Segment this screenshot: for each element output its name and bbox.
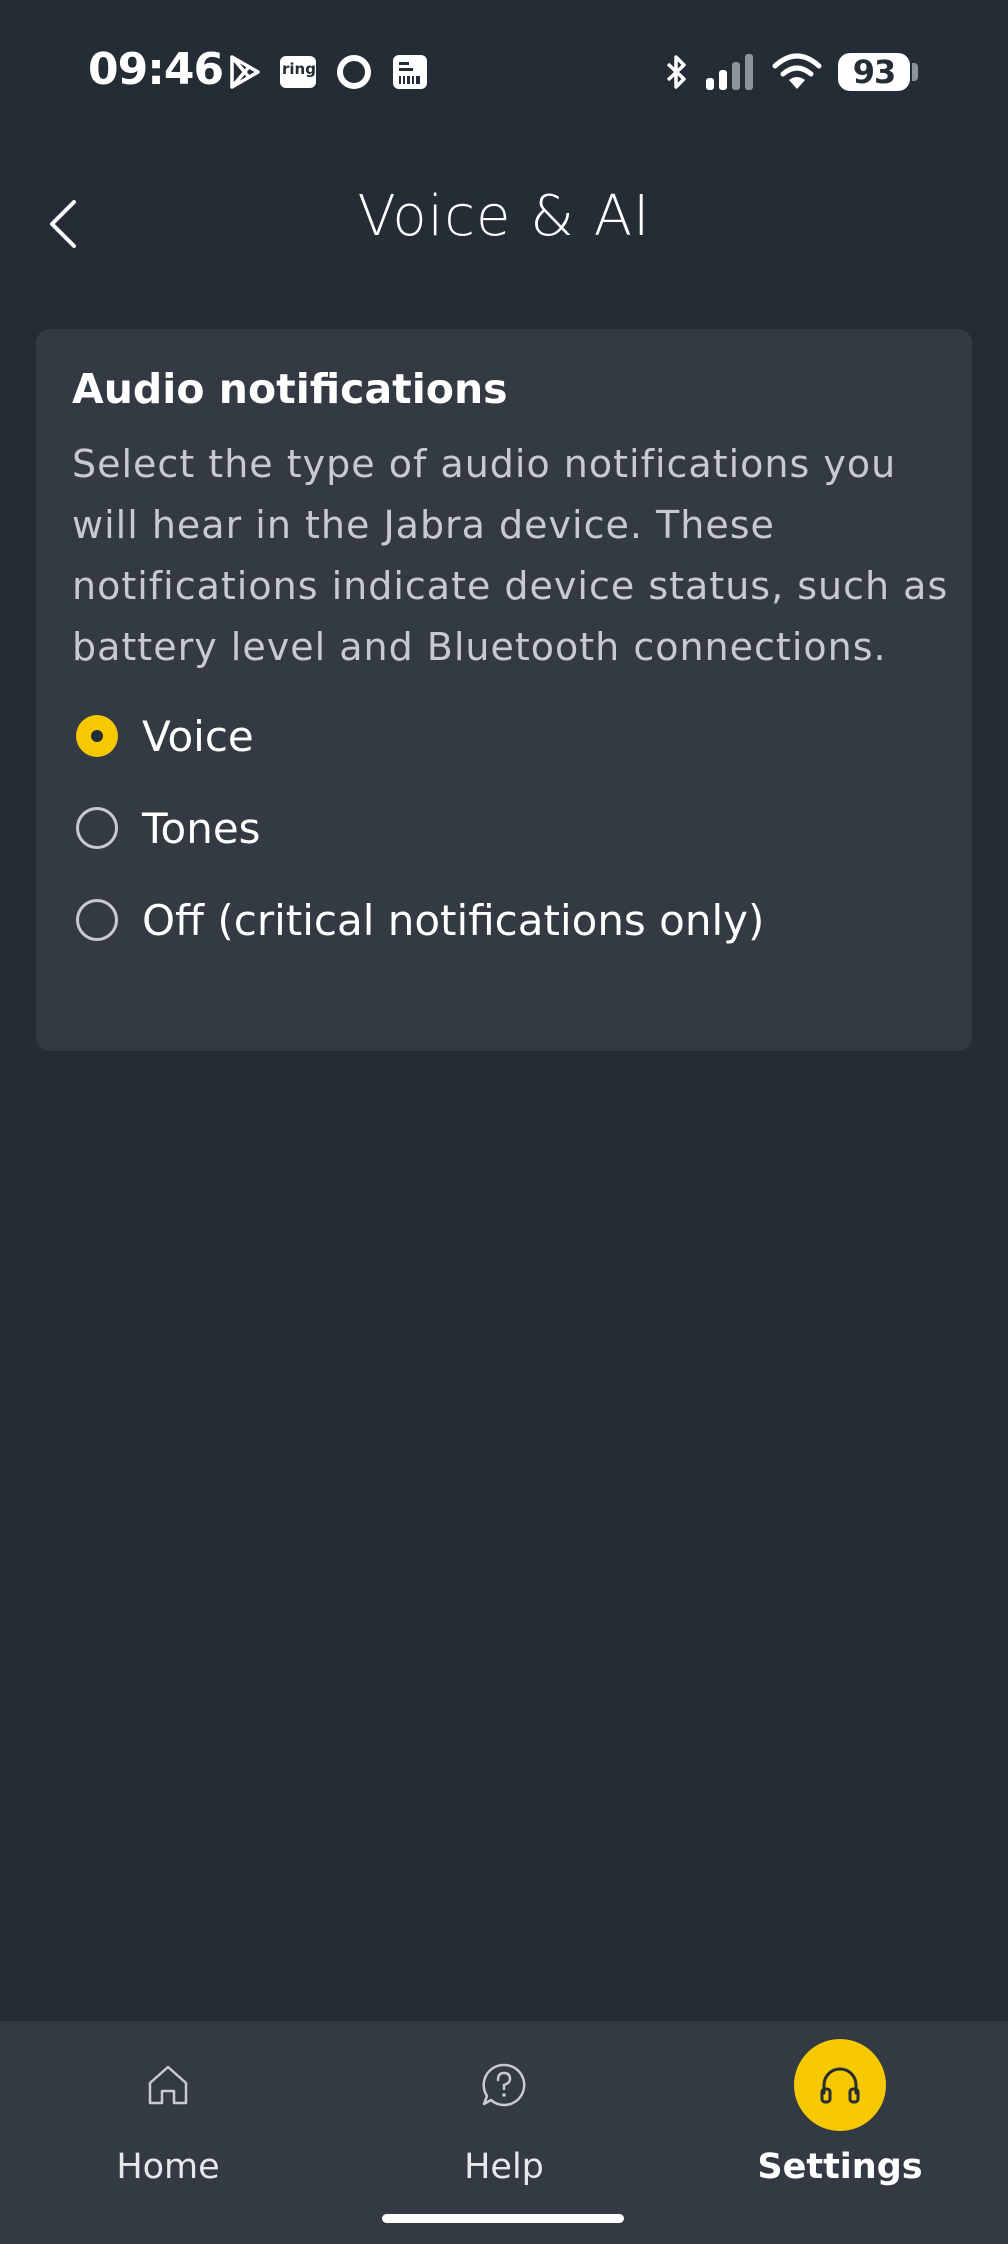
receipt-icon (390, 52, 430, 92)
ring-icon-label: ring (282, 60, 316, 78)
option-label: Off (critical notifications only) (142, 895, 765, 945)
option-off[interactable]: Off (critical notifications only) (72, 874, 936, 966)
option-label: Tones (142, 803, 261, 853)
battery-tip (912, 63, 918, 81)
nav-item-help[interactable]: Help (336, 2021, 672, 2244)
radio-button-tones[interactable] (76, 807, 118, 850)
headphones-icon (794, 2039, 886, 2131)
radio-button-voice[interactable] (76, 715, 118, 758)
card-description: Select the type of audio notifications y… (72, 442, 949, 670)
nav-item-home[interactable]: Home (0, 2021, 336, 2244)
option-label: Voice (142, 711, 254, 761)
option-tones[interactable]: Tones (72, 782, 936, 874)
wifi-icon (772, 52, 822, 92)
page-title: Voice & AI (357, 184, 651, 249)
cell-signal-icon (704, 52, 760, 92)
radio-button-off[interactable] (76, 899, 118, 942)
nav-label-home: Home (116, 2147, 220, 2187)
audio-notifications-card: Audio notifications Select the type of a… (36, 329, 972, 1051)
nav-label-help: Help (464, 2147, 544, 2187)
card-title: Audio notifications (72, 365, 508, 413)
play-store-icon (224, 52, 264, 92)
bottom-navigation: Home Help Settings (0, 2021, 1008, 2244)
home-indicator[interactable] (382, 2214, 624, 2223)
nav-label-settings: Settings (757, 2147, 923, 2187)
home-icon (122, 2039, 214, 2131)
help-icon (458, 2039, 550, 2131)
battery-icon: 93 (838, 53, 910, 91)
circle-app-icon (334, 52, 374, 92)
option-voice[interactable]: Voice (72, 690, 936, 782)
bluetooth-icon (656, 52, 696, 92)
status-bar: 09:46 ring 93 (0, 0, 1008, 150)
audio-notification-options: Voice Tones Off (critical notifications … (72, 690, 936, 966)
status-time: 09:46 (88, 44, 224, 95)
ring-icon: ring (278, 52, 318, 92)
nav-item-settings[interactable]: Settings (672, 2021, 1008, 2244)
